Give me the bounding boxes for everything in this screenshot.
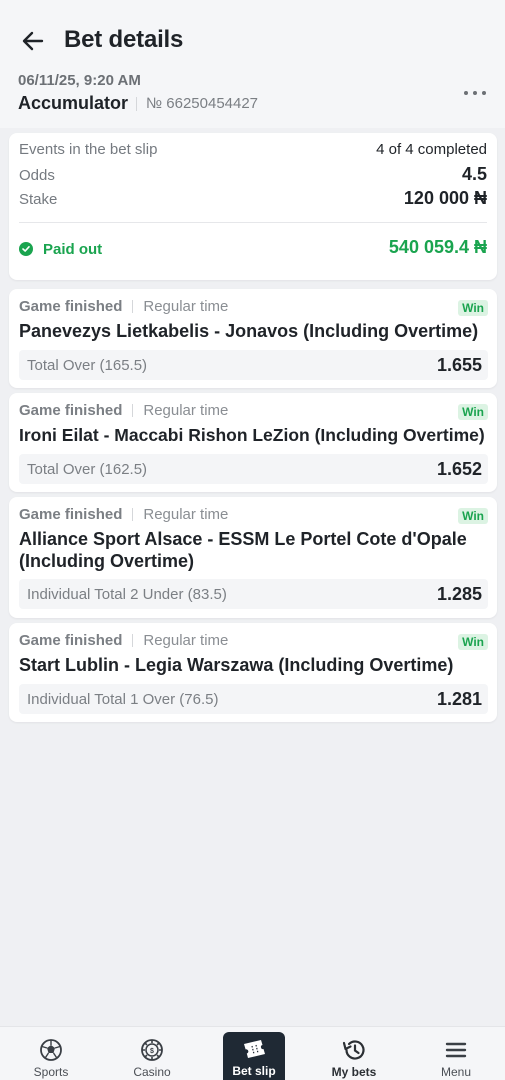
arrow-left-icon	[22, 31, 44, 51]
odds-label: Odds	[19, 167, 55, 184]
event-status: Game finished	[19, 402, 123, 419]
bottom-nav: Sports $ Casino Bet slip My bets Menu	[0, 1026, 505, 1080]
market-odds: 1.655	[436, 354, 482, 375]
odds-value: 4.5	[461, 164, 487, 184]
payout-value: 540 059.4 ₦	[388, 237, 487, 257]
casino-chip-icon: $	[139, 1037, 165, 1063]
win-badge: Win	[458, 634, 488, 650]
event-meta: Game finished Regular time	[19, 298, 228, 315]
market-row: Individual Total 1 Over (76.5) 1.281	[19, 684, 488, 714]
event-status: Game finished	[19, 506, 123, 523]
event-card[interactable]: Game finished Regular time Win Panevezys…	[9, 289, 497, 388]
event-period: Regular time	[143, 506, 229, 523]
events-value: 4 of 4 completed	[376, 141, 487, 158]
market-row: Total Over (162.5) 1.652	[19, 454, 488, 484]
nav-menu-label: Menu	[440, 1065, 472, 1079]
nav-sports-label: Sports	[33, 1065, 69, 1079]
history-icon	[341, 1037, 367, 1063]
check-circle-icon	[19, 242, 33, 256]
page-title: Bet details	[64, 26, 184, 53]
market-name: Total Over (162.5)	[27, 460, 148, 478]
stake-label: Stake	[19, 191, 58, 208]
events-row: Events in the bet slip 4 of 4 completed	[19, 141, 487, 158]
event-period: Regular time	[143, 298, 229, 315]
market-name: Total Over (165.5)	[27, 356, 148, 374]
divider	[19, 222, 487, 223]
paid-label: Paid out	[43, 240, 103, 258]
bet-type: Accumulator	[18, 93, 129, 113]
event-title: Panevezys Lietkabelis - Jonavos (Includi…	[19, 321, 479, 341]
paid-status: Paid out	[19, 241, 102, 258]
event-meta: Game finished Regular time	[19, 506, 228, 523]
event-period: Regular time	[143, 632, 229, 649]
odds-row: Odds 4.5	[19, 164, 487, 185]
event-title: Alliance Sport Alsace - ESSM Le Portel C…	[19, 529, 467, 571]
bet-date: 06/11/25, 9:20 AM	[18, 72, 141, 89]
event-status: Game finished	[19, 298, 123, 315]
back-button[interactable]	[20, 28, 46, 54]
event-status: Game finished	[19, 632, 123, 649]
nav-bet-slip[interactable]: Bet slip	[223, 1032, 285, 1080]
header: Bet details 06/11/25, 9:20 AM Accumulato…	[0, 0, 505, 128]
more-dots-icon	[464, 91, 468, 95]
ticket-icon	[241, 1036, 267, 1062]
nav-menu[interactable]: Menu	[416, 1027, 496, 1080]
nav-my-bets[interactable]: My bets	[314, 1027, 394, 1080]
stake-value: 120 000 ₦	[403, 188, 487, 208]
market-odds: 1.652	[436, 458, 482, 479]
soccer-ball-icon	[38, 1037, 64, 1063]
nav-bet-slip-label: Bet slip	[232, 1064, 276, 1078]
payout-row: Paid out 540 059.4 ₦	[19, 237, 487, 258]
market-row: Total Over (165.5) 1.655	[19, 350, 488, 380]
event-meta: Game finished Regular time	[19, 402, 228, 419]
event-title: Start Lublin - Legia Warszawa (Including…	[19, 655, 454, 675]
hamburger-icon	[443, 1037, 469, 1063]
svg-text:$: $	[150, 1048, 154, 1055]
event-card[interactable]: Game finished Regular time Win Ironi Eil…	[9, 393, 497, 492]
win-badge: Win	[458, 300, 488, 316]
event-title: Ironi Eilat - Maccabi Rishon LeZion (Inc…	[19, 425, 485, 445]
nav-casino-label: Casino	[133, 1065, 171, 1079]
more-button[interactable]	[460, 86, 490, 100]
bet-number: № 66250454427	[135, 95, 259, 112]
bet-summary-card: Events in the bet slip 4 of 4 completed …	[9, 133, 497, 280]
market-odds: 1.281	[436, 688, 482, 709]
nav-sports[interactable]: Sports	[11, 1027, 91, 1080]
win-badge: Win	[458, 508, 488, 524]
nav-casino[interactable]: $ Casino	[112, 1027, 192, 1080]
market-name: Individual Total 1 Over (76.5)	[27, 690, 219, 708]
market-odds: 1.285	[436, 583, 482, 604]
nav-my-bets-label: My bets	[331, 1065, 377, 1079]
events-label: Events in the bet slip	[19, 141, 158, 158]
market-row: Individual Total 2 Under (83.5) 1.285	[19, 579, 488, 609]
stake-row: Stake 120 000 ₦	[19, 188, 487, 209]
event-card[interactable]: Game finished Regular time Win Alliance …	[9, 497, 497, 618]
event-card[interactable]: Game finished Regular time Win Start Lub…	[9, 623, 497, 722]
event-meta: Game finished Regular time	[19, 632, 228, 649]
market-name: Individual Total 2 Under (83.5)	[27, 585, 227, 603]
event-period: Regular time	[143, 402, 229, 419]
win-badge: Win	[458, 404, 488, 420]
